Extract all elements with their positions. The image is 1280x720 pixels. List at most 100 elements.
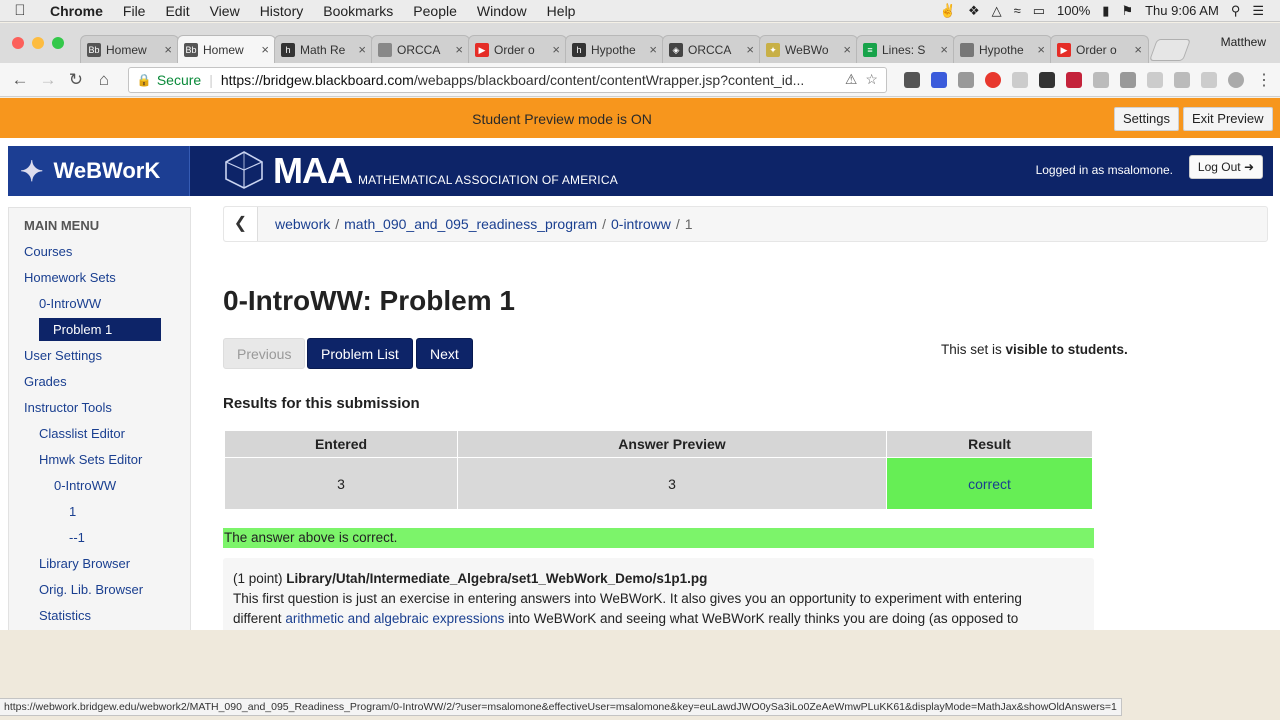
- maa-logo[interactable]: MAA MATHEMATICAL ASSOCIATION OF AMERICA: [223, 150, 618, 190]
- breadcrumb-back-icon[interactable]: ❮: [224, 207, 258, 241]
- browser-tab[interactable]: ≡ Lines: S ×: [856, 35, 955, 63]
- home-icon[interactable]: ⌂: [92, 70, 116, 90]
- apple-icon[interactable]: : [0, 2, 40, 19]
- sidebar-item-orig-lib-browser[interactable]: Orig. Lib. Browser: [39, 582, 143, 597]
- breadcrumb-item-set[interactable]: 0-introww: [611, 216, 671, 232]
- url-text[interactable]: https://bridgew.blackboard.com/webapps/b…: [221, 72, 837, 88]
- flag-icon[interactable]: ⚑: [1121, 3, 1133, 19]
- kami-extension-icon[interactable]: [1092, 71, 1109, 88]
- menu-window[interactable]: Window: [467, 3, 537, 19]
- battery-icon[interactable]: ▮: [1102, 3, 1109, 19]
- browser-menu-icon[interactable]: ⋮: [1256, 70, 1272, 90]
- evernote-extension-icon[interactable]: [903, 71, 920, 88]
- cloud-extension-icon[interactable]: [1200, 71, 1217, 88]
- screenshot-extension-icon[interactable]: [1119, 71, 1136, 88]
- new-tab-button[interactable]: [1148, 39, 1192, 61]
- problem-text-line-2: different arithmetic and algebraic expre…: [233, 609, 1084, 629]
- sidebar-item-set-introww[interactable]: 0-IntroWW: [39, 296, 101, 311]
- previous-problem-button[interactable]: Previous: [223, 338, 306, 369]
- sidebar-item-problem-1[interactable]: Problem 1: [39, 318, 161, 341]
- layers-extension-icon[interactable]: [1038, 71, 1055, 88]
- evernote-icon[interactable]: ✌: [940, 3, 956, 19]
- blocked-icon[interactable]: ⚠: [845, 71, 858, 88]
- wifi-icon[interactable]: ≈: [1014, 3, 1021, 18]
- opera-extension-icon[interactable]: [984, 71, 1001, 88]
- browser-tab[interactable]: h Hypothe ×: [565, 35, 664, 63]
- menu-bookmarks[interactable]: Bookmarks: [313, 3, 403, 19]
- browser-tab[interactable]: Bb Homew ×: [177, 35, 276, 63]
- clock[interactable]: Thu 9:06 AM: [1145, 3, 1219, 18]
- browser-tab[interactable]: ORCCA ×: [371, 35, 470, 63]
- mendeley-extension-icon[interactable]: [1065, 71, 1082, 88]
- close-tab-icon[interactable]: ×: [552, 42, 560, 57]
- close-tab-icon[interactable]: ×: [164, 42, 172, 57]
- spotlight-icon[interactable]: ⚲: [1231, 3, 1241, 19]
- address-bar[interactable]: 🔒 Secure | https://bridgew.blackboard.co…: [127, 66, 887, 93]
- menu-history[interactable]: History: [250, 3, 314, 19]
- dropbox-icon[interactable]: ❖: [968, 3, 980, 19]
- breadcrumb-item-course[interactable]: math_090_and_095_readiness_program: [344, 216, 597, 232]
- zoom-window-button[interactable]: [52, 37, 64, 49]
- browser-tab[interactable]: Bb Homew ×: [80, 35, 179, 63]
- menu-edit[interactable]: Edit: [155, 3, 199, 19]
- speech-extension-icon[interactable]: [1146, 71, 1163, 88]
- sidebar-item-grades[interactable]: Grades: [24, 374, 67, 389]
- browser-tab[interactable]: ▶ Order o ×: [1050, 35, 1149, 63]
- breadcrumb-item-webwork[interactable]: webwork: [275, 216, 330, 232]
- close-tab-icon[interactable]: ×: [1134, 42, 1142, 57]
- close-tab-icon[interactable]: ×: [261, 42, 269, 57]
- close-tab-icon[interactable]: ×: [1037, 42, 1045, 57]
- profile-name[interactable]: Matthew: [1221, 35, 1266, 49]
- breadcrumb-item-problem: 1: [684, 216, 693, 232]
- sidebar-item-homework-sets[interactable]: Homework Sets: [24, 270, 116, 285]
- grey-extension-icon[interactable]: [957, 71, 974, 88]
- next-problem-button[interactable]: Next: [416, 338, 473, 369]
- notification-center-icon[interactable]: ☰: [1252, 3, 1264, 19]
- browser-tab[interactable]: ◈ ORCCA ×: [662, 35, 761, 63]
- close-tab-icon[interactable]: ×: [843, 42, 851, 57]
- menu-app-chrome[interactable]: Chrome: [40, 3, 113, 19]
- battery-percent[interactable]: 100%: [1057, 3, 1090, 18]
- menu-people[interactable]: People: [403, 3, 467, 19]
- browser-tab[interactable]: h Math Re ×: [274, 35, 373, 63]
- history-extension-icon[interactable]: [1173, 71, 1190, 88]
- sidebar-item-courses[interactable]: Courses: [24, 244, 72, 259]
- close-tab-icon[interactable]: ×: [746, 42, 754, 57]
- browser-tab[interactable]: Hypothe ×: [953, 35, 1052, 63]
- bookmark-star-icon[interactable]: ☆: [865, 71, 878, 88]
- back-icon[interactable]: ←: [8, 70, 32, 90]
- sidebar-item-user-settings[interactable]: User Settings: [24, 348, 102, 363]
- menu-help[interactable]: Help: [537, 3, 586, 19]
- close-tab-icon[interactable]: ×: [358, 42, 366, 57]
- menu-view[interactable]: View: [200, 3, 250, 19]
- close-tab-icon[interactable]: ×: [940, 42, 948, 57]
- arithmetic-expressions-link[interactable]: arithmetic and algebraic expressions: [285, 611, 504, 626]
- menu-file[interactable]: File: [113, 3, 156, 19]
- close-window-button[interactable]: [12, 37, 24, 49]
- reload-icon[interactable]: ↻: [64, 70, 88, 90]
- sidebar-item-problem-version[interactable]: --1: [69, 530, 85, 545]
- sidebar-item-instructor-tools[interactable]: Instructor Tools: [24, 400, 112, 415]
- sidebar-item-editor-introww[interactable]: 0-IntroWW: [54, 478, 116, 493]
- sidebar-item-library-browser[interactable]: Library Browser: [39, 556, 130, 571]
- airplay-icon[interactable]: ▭: [1033, 3, 1045, 19]
- browser-tab[interactable]: ✦ WeBWo ×: [759, 35, 858, 63]
- close-tab-icon[interactable]: ×: [455, 42, 463, 57]
- problem-list-button[interactable]: Problem List: [307, 338, 413, 369]
- close-tab-icon[interactable]: ×: [649, 42, 657, 57]
- browser-tab[interactable]: ▶ Order o ×: [468, 35, 567, 63]
- forward-icon[interactable]: →: [36, 70, 60, 90]
- sidebar-item-statistics[interactable]: Statistics: [39, 608, 91, 623]
- sidebar-item-hmwk-sets-editor[interactable]: Hmwk Sets Editor: [39, 452, 142, 467]
- drive-icon[interactable]: △: [992, 3, 1002, 19]
- logout-button[interactable]: Log Out ➜: [1188, 155, 1263, 179]
- preview-settings-button[interactable]: Settings: [1114, 107, 1179, 131]
- webwork-logo[interactable]: ✦ WeBWorK: [8, 146, 190, 196]
- minimize-window-button[interactable]: [32, 37, 44, 49]
- chrome-extension-icon[interactable]: [1227, 71, 1244, 88]
- sidebar-item-problem-number[interactable]: 1: [69, 504, 76, 519]
- chat-extension-icon[interactable]: [1011, 71, 1028, 88]
- sidebar-item-classlist-editor[interactable]: Classlist Editor: [39, 426, 125, 441]
- exit-preview-button[interactable]: Exit Preview: [1183, 107, 1273, 131]
- word-extension-icon[interactable]: [930, 71, 947, 88]
